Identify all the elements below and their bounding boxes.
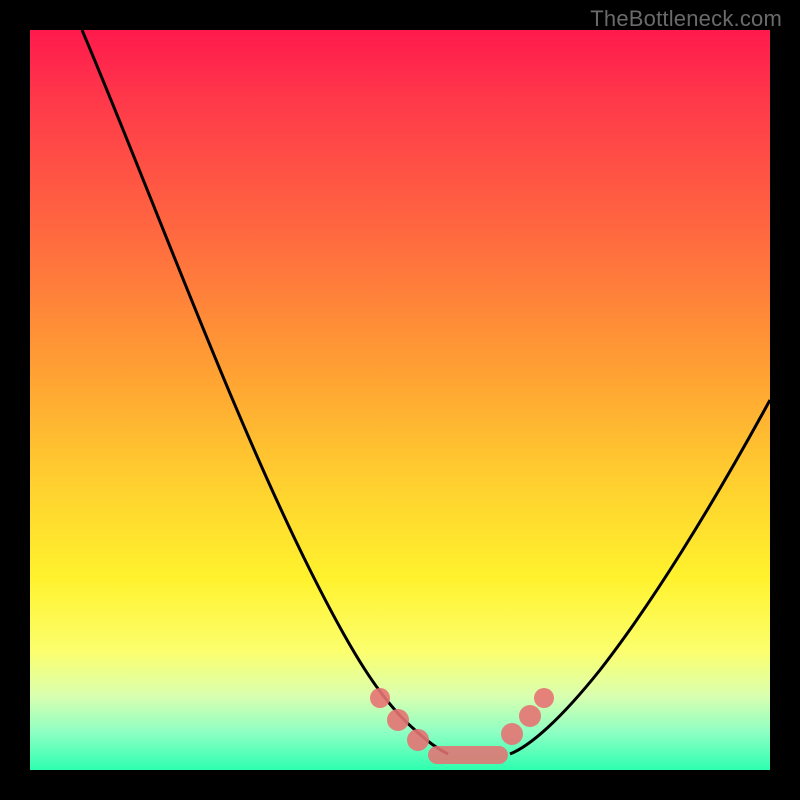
plot-area — [30, 30, 770, 770]
curve-marker — [370, 688, 390, 708]
curve-marker — [519, 705, 541, 727]
curve-marker — [387, 709, 409, 731]
curve-marker — [534, 688, 554, 708]
attribution-text: TheBottleneck.com — [590, 6, 782, 32]
chart-frame: TheBottleneck.com — [0, 0, 800, 800]
curve-flat-region — [428, 746, 508, 764]
bottleneck-curve-svg — [30, 30, 770, 770]
curve-left-branch — [82, 30, 448, 754]
curve-marker — [501, 723, 523, 745]
curve-marker — [407, 729, 429, 751]
